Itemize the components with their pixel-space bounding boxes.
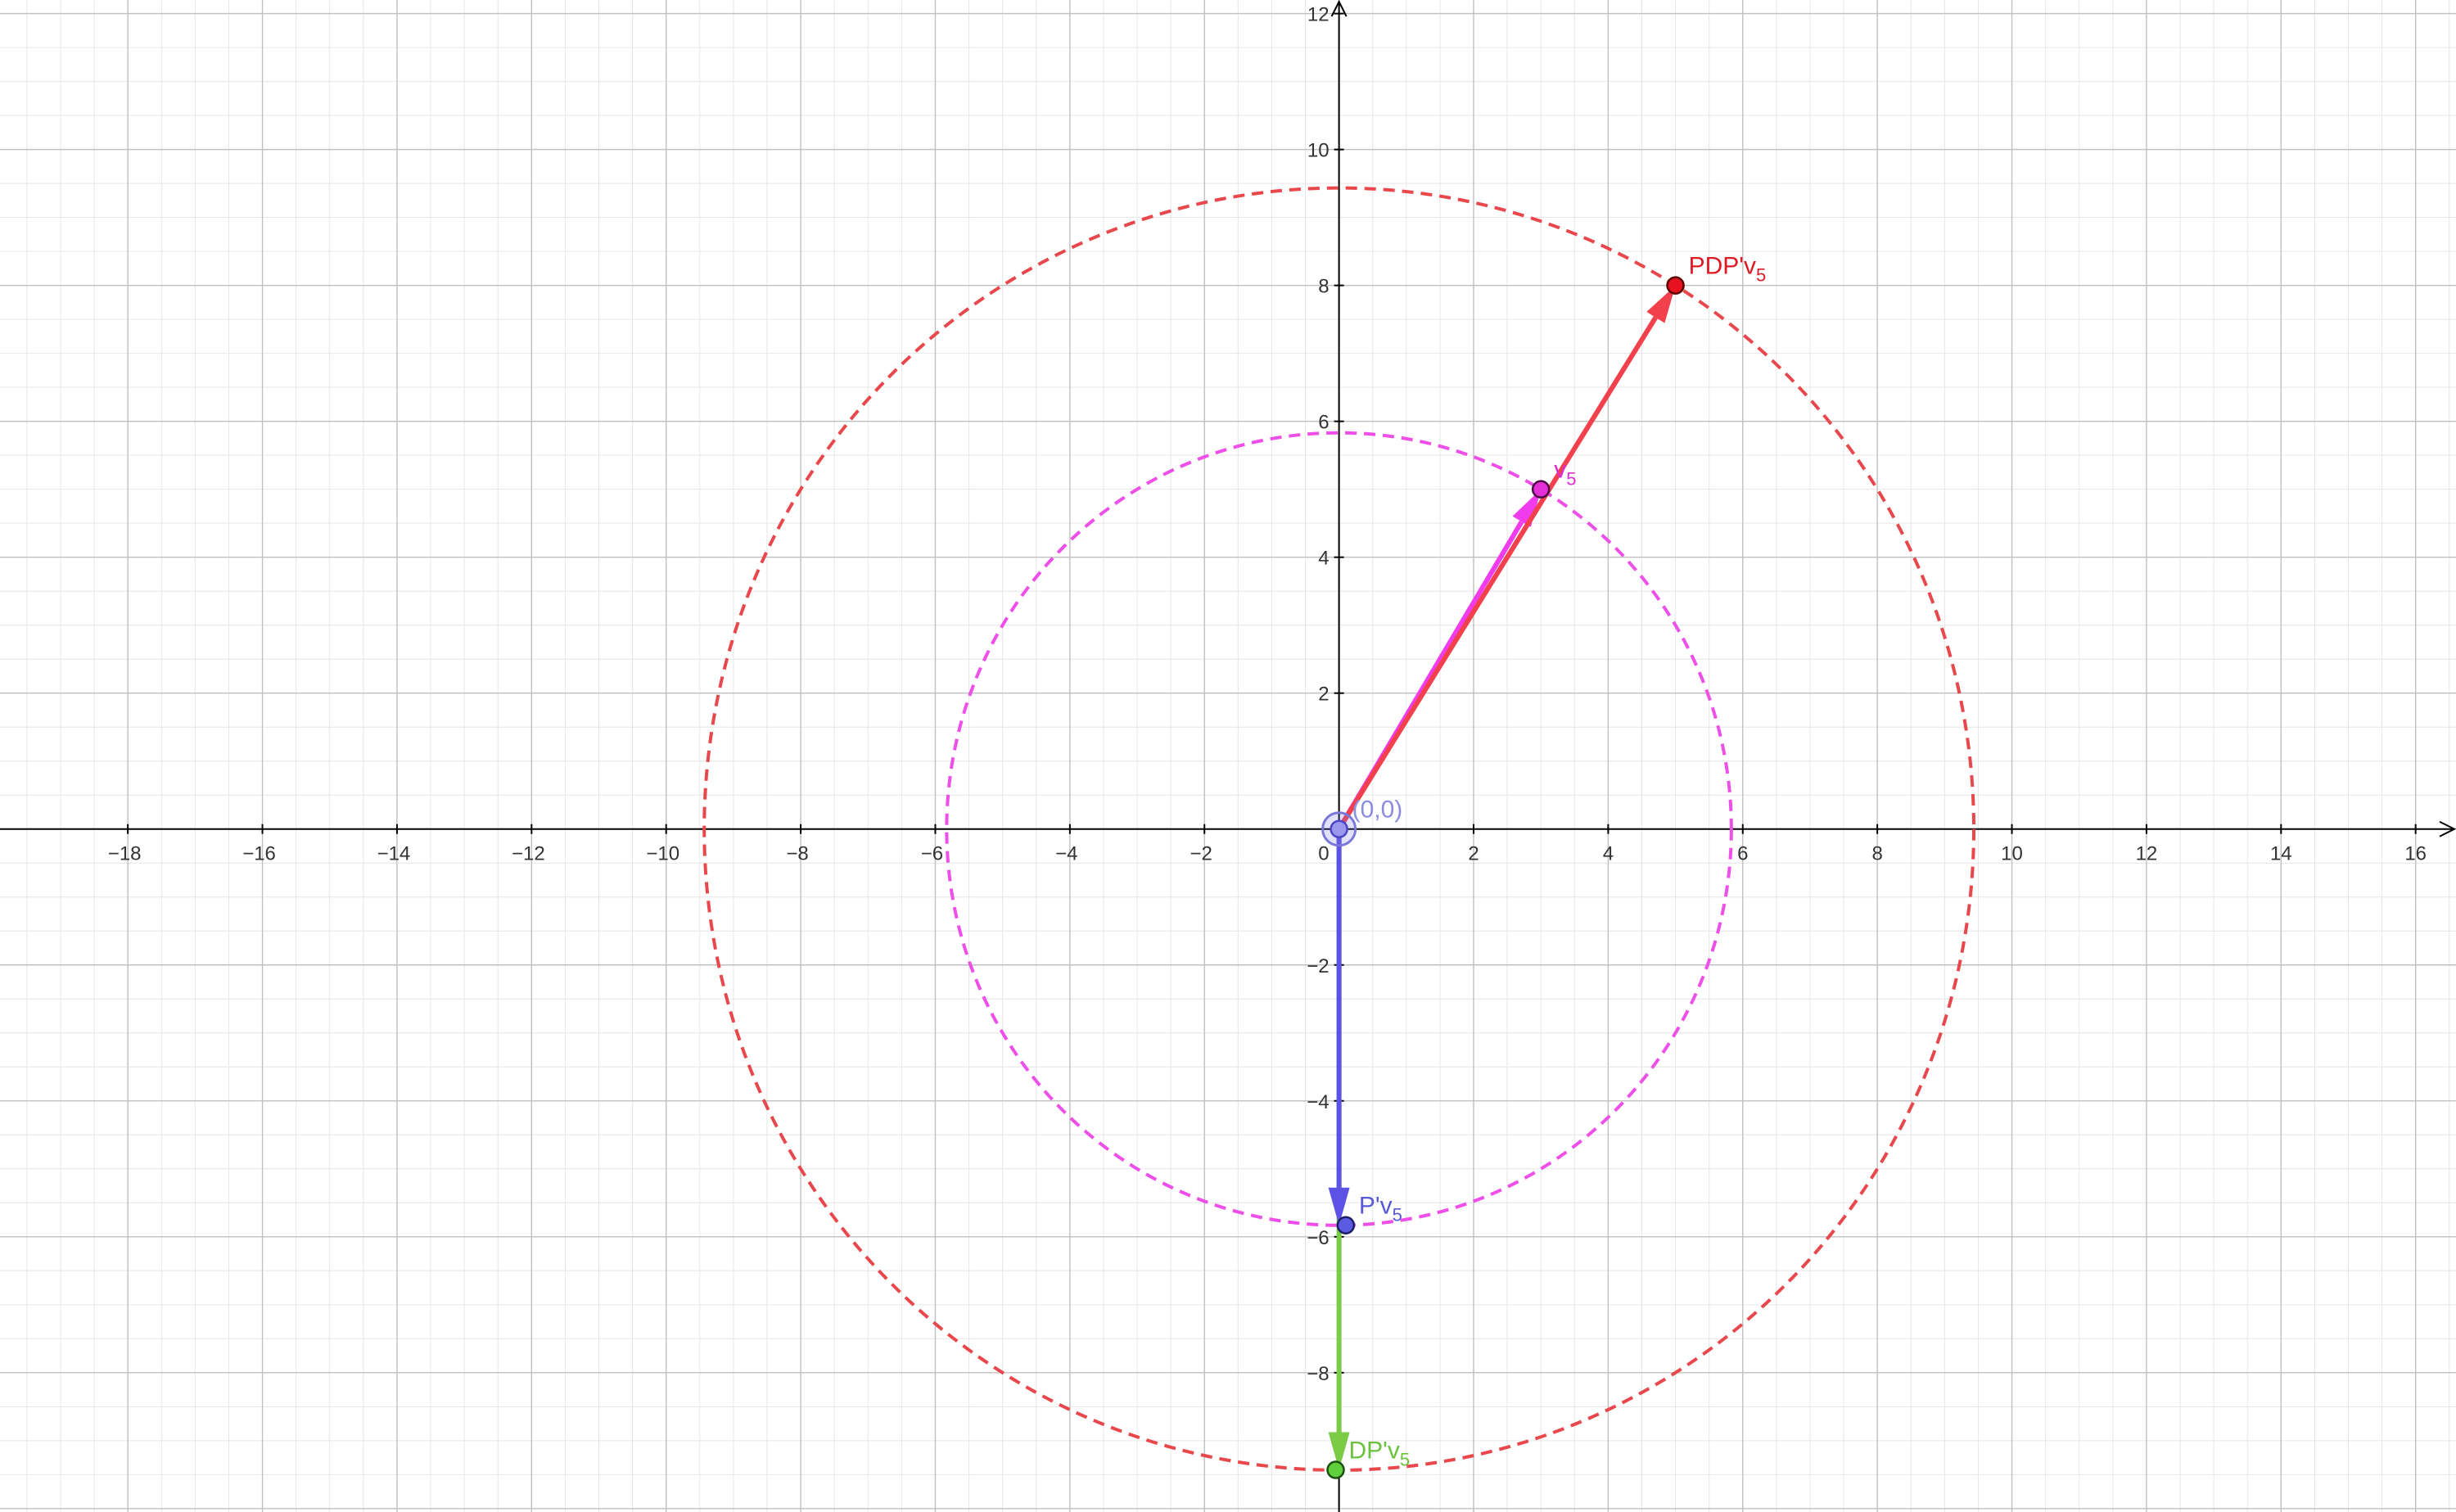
x-tick-label: −18 (108, 843, 142, 865)
point-pdpv5[interactable]: PDP'v5 (1666, 253, 1767, 295)
y-tick-label: 2 (1318, 684, 1329, 706)
point-ppv5[interactable]: P'v5 (1336, 1193, 1402, 1234)
point-origin[interactable]: (0,0) (1321, 797, 1403, 847)
v5-label: v5 (1554, 457, 1576, 490)
geometry-canvas[interactable]: −18 −16 −14 −12 −10 −8 −6 −4 −2 2 4 6 8 10 12 14 16 −8 −6 −… (0, 0, 2456, 1512)
v5-label-subscript: 5 (1566, 469, 1576, 490)
y-tick-label: −2 (1307, 955, 1329, 977)
dpv5-label-subscript: 5 (1400, 1450, 1410, 1470)
x-tick-label: 16 (2404, 843, 2427, 865)
x-tick-label: −2 (1190, 843, 1212, 865)
y-tick-label: 4 (1318, 548, 1329, 570)
ppv5-label-subscript: 5 (1393, 1205, 1402, 1225)
origin-label: (0,0) (1352, 797, 1403, 824)
y-tick-label: −6 (1307, 1227, 1329, 1249)
y-tick-label: −4 (1307, 1091, 1329, 1113)
y-tick-label: 12 (1307, 4, 1330, 26)
x-tick-label: −8 (786, 843, 808, 865)
origin-dot[interactable] (1330, 819, 1348, 838)
x-tick-label: 12 (2136, 843, 2158, 865)
x-tick-label: −6 (921, 843, 943, 865)
ppv5-vector[interactable] (1328, 828, 1350, 1225)
dpv5-label: DP'v5 (1349, 1438, 1411, 1470)
pdpv5-label-subscript: 5 (1756, 265, 1766, 286)
x-tick-label: 2 (1468, 843, 1479, 865)
x-tick-label: 8 (1871, 843, 1882, 865)
ppv5-dot[interactable] (1336, 1216, 1356, 1234)
x-tick-label: 10 (2001, 843, 2023, 865)
minor-grid (0, 0, 2456, 1512)
dpv5-dot[interactable] (1326, 1460, 1345, 1479)
vectors (1328, 285, 1676, 1470)
x-tick-label: 6 (1737, 843, 1748, 865)
point-v5[interactable]: v5 (1531, 457, 1576, 499)
tick-labels: −18 −16 −14 −12 −10 −8 −6 −4 −2 2 4 6 8 10 12 14 16 −8 −6 −… (108, 4, 2427, 1385)
x-tick-label: −12 (512, 843, 545, 865)
axes (0, 0, 2456, 1512)
y-tick-label: −8 (1307, 1363, 1329, 1385)
ppv5-label: P'v5 (1359, 1193, 1402, 1225)
pdpv5-dot[interactable] (1666, 276, 1685, 295)
x-tick-label: −4 (1055, 843, 1077, 865)
x-tick-label: 14 (2270, 843, 2292, 865)
x-tick-label: 4 (1603, 843, 1614, 865)
y-tick-label: 10 (1307, 140, 1330, 162)
y-tick-label: 6 (1318, 412, 1329, 434)
v5-dot[interactable] (1531, 480, 1551, 499)
origin-tick-label: 0 (1318, 843, 1329, 865)
major-grid (0, 0, 2456, 1512)
x-tick-label: −16 (242, 843, 276, 865)
y-tick-label: 8 (1318, 276, 1329, 298)
x-tick-label: −10 (646, 843, 679, 865)
pdpv5-label: PDP'v5 (1689, 253, 1767, 286)
x-tick-label: −14 (377, 843, 411, 865)
